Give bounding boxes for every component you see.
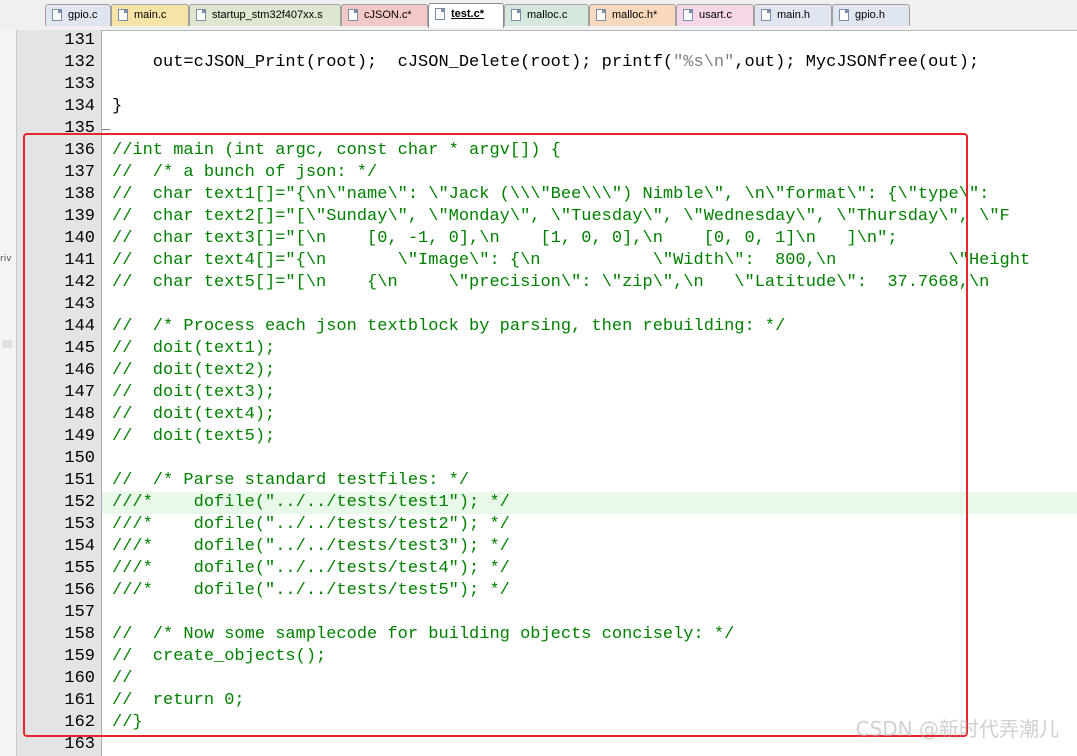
tab-1[interactable]: main.c: [111, 4, 189, 26]
code-token: out=cJSON_Print(root); cJSON_Delete(root…: [112, 53, 674, 72]
tab-label: gpio.c: [68, 9, 98, 21]
code-line[interactable]: }: [112, 96, 122, 118]
tab-label: test.c*: [451, 8, 485, 20]
fold-marker: [102, 129, 110, 130]
file-icon: [511, 9, 521, 21]
file-icon: [839, 9, 849, 21]
string-literal: "%s\n": [673, 53, 735, 72]
file-icon: [118, 9, 128, 21]
line-number: 131: [64, 31, 95, 50]
tab-6[interactable]: malloc.h*: [589, 4, 676, 26]
tab-label: gpio.h: [855, 9, 885, 21]
line-number: 132: [64, 53, 95, 72]
line-number: 133: [64, 75, 95, 94]
file-icon: [196, 9, 206, 21]
watermark: CSDN @新时代弄潮儿: [855, 717, 1059, 741]
line-number: 134: [64, 97, 95, 116]
file-icon: [435, 8, 445, 20]
file-icon: [761, 9, 771, 21]
tab-label: cJSON.c*: [364, 9, 412, 21]
tab-8[interactable]: main.h: [754, 4, 832, 26]
tab-2[interactable]: startup_stm32f407xx.s: [189, 4, 341, 26]
file-icon: [348, 9, 358, 21]
line-number: 163: [64, 735, 95, 754]
file-icon: [683, 9, 693, 21]
left-panel-edge: riv: [0, 30, 17, 756]
left-panel-marker: [2, 340, 12, 348]
tab-3[interactable]: cJSON.c*: [341, 4, 428, 26]
tab-9[interactable]: gpio.h: [832, 4, 910, 26]
tab-5[interactable]: malloc.c: [504, 4, 589, 26]
code-token: ,out); MycJSONfree(out);: [734, 53, 980, 72]
tab-label: malloc.c: [527, 9, 568, 21]
tab-label: startup_stm32f407xx.s: [212, 9, 323, 21]
tab-7[interactable]: usart.c: [676, 4, 754, 26]
tab-label: main.c: [134, 9, 167, 21]
code-line[interactable]: out=cJSON_Print(root); cJSON_Delete(root…: [112, 52, 979, 74]
editor-tab-bar: gpio.c main.c startup_stm32f407xx.s cJSON.c…: [0, 0, 1077, 31]
tab-label: malloc.h*: [612, 9, 658, 21]
file-icon: [52, 9, 62, 21]
tab-label: usart.c: [699, 9, 733, 21]
tab-4[interactable]: test.c*: [428, 3, 504, 28]
file-icon: [596, 9, 606, 21]
tab-label: main.h: [777, 9, 811, 21]
selection-annotation-box: [23, 133, 968, 737]
left-panel-fragment: riv: [0, 254, 12, 264]
tab-0[interactable]: gpio.c: [45, 4, 111, 26]
